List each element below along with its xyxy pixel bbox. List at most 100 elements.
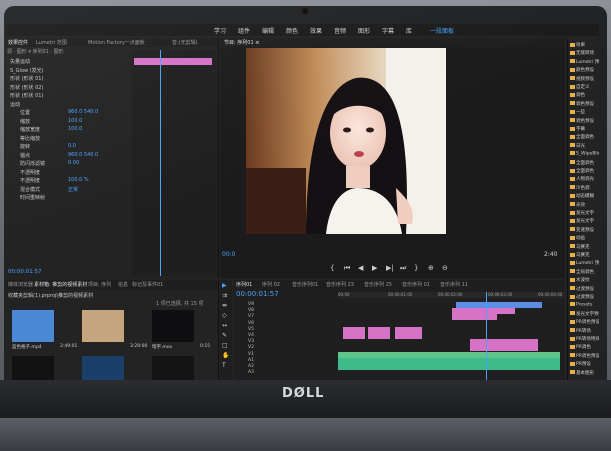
effects-folder-item[interactable]: PR调色预设 <box>570 319 599 325</box>
effect-property-label[interactable]: 形状 (形状 01) <box>10 92 43 99</box>
timeline-clip[interactable] <box>469 339 538 346</box>
transport-button-icon[interactable]: { <box>330 264 334 272</box>
timeline-clip[interactable] <box>456 302 543 308</box>
selection-tool-icon[interactable]: ▶ <box>222 282 227 289</box>
effect-property-label[interactable]: 锚点 <box>20 152 30 159</box>
timeline-clip[interactable] <box>451 314 497 321</box>
timeline-clip[interactable] <box>338 364 561 370</box>
timeline-sequence-tab[interactable]: 音乐序列 23 <box>326 281 354 288</box>
timeline-clip[interactable] <box>469 345 538 352</box>
transport-button-icon[interactable]: ⏮ <box>344 264 350 273</box>
track-header[interactable]: V2 <box>248 345 348 350</box>
track-header[interactable]: A3 <box>248 370 348 375</box>
transport-button-icon[interactable]: ⏭ <box>400 264 406 273</box>
effects-folder-item[interactable]: 调色预设 <box>570 101 594 107</box>
transport-button-icon[interactable]: ⊕ <box>428 264 434 272</box>
timeline-clip[interactable] <box>342 326 366 333</box>
track-header[interactable]: V6 <box>248 321 348 326</box>
effects-folder-item[interactable]: 发光文字预设 <box>570 311 599 317</box>
effects-folder-item[interactable]: Lumetri 预设 <box>570 260 599 266</box>
effects-folder-item[interactable]: Presets <box>570 302 592 308</box>
program-monitor-tab[interactable]: 节目: 序列01 ≡ <box>224 39 259 46</box>
effects-folder-item[interactable]: 光效 <box>570 202 585 208</box>
track-header[interactable]: A1 <box>248 358 348 363</box>
effects-folder-item[interactable]: 全面调色 <box>570 160 594 166</box>
effects-folder-item[interactable]: 无缝转场 <box>570 50 594 56</box>
project-tab[interactable]: 项目: 序列 <box>88 281 111 288</box>
effect-property-label[interactable]: 形状 (形状 01) <box>10 75 43 82</box>
timeline-clip[interactable] <box>451 308 516 315</box>
effects-folder-item[interactable]: S_WipeBlinds <box>570 151 599 157</box>
effect-property-value[interactable]: 100.0 % <box>68 177 89 183</box>
workspace-menu-item[interactable]: 音频 <box>334 26 346 35</box>
transport-button-icon[interactable]: ◀ <box>358 264 363 272</box>
effect-property-label[interactable]: 旋转 <box>20 143 30 150</box>
razor-tool-icon[interactable]: ◇ <box>222 312 227 319</box>
timeline-clip[interactable] <box>394 333 422 339</box>
track-header[interactable]: A2 <box>248 364 348 369</box>
track-header[interactable]: V7 <box>248 314 348 319</box>
effects-folder-item[interactable]: 发光文字 <box>570 218 594 224</box>
effect-property-label[interactable]: 混合模式 <box>20 186 40 193</box>
effect-property-label[interactable]: 不透明度 <box>20 169 40 176</box>
workspace-menu-item[interactable]: 学习 <box>214 26 226 35</box>
timeline-clip[interactable] <box>367 333 391 339</box>
effect-timecode[interactable]: 00:00:01:57 <box>8 269 42 275</box>
transport-button-icon[interactable]: ▶ <box>372 264 377 272</box>
effects-folder-item[interactable]: 马赛克 <box>570 244 590 250</box>
effects-folder-item[interactable]: 全面调色 <box>570 168 594 174</box>
workspace-menu-item[interactable]: 字幕 <box>382 26 394 35</box>
effects-folder-item[interactable]: 水波纹 <box>570 277 590 283</box>
effect-property-label[interactable]: 形状 (形状 02) <box>10 84 43 91</box>
effect-controls-tab[interactable]: Lumetri 范围 <box>36 39 67 46</box>
effects-folder-item[interactable]: 动态模糊 <box>570 193 594 199</box>
effects-folder-item[interactable]: 马赛克 <box>570 252 590 258</box>
effect-property-value[interactable]: 0.0 <box>68 143 76 149</box>
hand-tool-icon[interactable]: ✋ <box>222 352 229 359</box>
effect-property-label[interactable]: 防闪烁滤镜 <box>20 160 45 167</box>
effect-controls-tab[interactable]: 效果控件 <box>8 39 28 46</box>
program-timecode-left[interactable]: 00:0 <box>222 251 235 258</box>
effect-property-label[interactable]: 矢量运动 <box>10 58 30 65</box>
workspace-menu-item[interactable]: 编辑 <box>262 26 274 35</box>
effects-folder-item[interactable]: 颜色预设 <box>570 67 594 73</box>
workspace-menu-item[interactable]: 颜色 <box>286 26 298 35</box>
track-header[interactable]: V4 <box>248 333 348 338</box>
effects-folder-item[interactable]: PR调色 <box>570 344 591 350</box>
project-thumbnail[interactable] <box>12 356 54 380</box>
effects-folder-item[interactable]: PR转场 <box>570 328 591 334</box>
workspace-menu-item[interactable]: 一段面板 <box>430 26 454 35</box>
pen-tool-icon[interactable]: ✎ <box>222 332 227 339</box>
track-header[interactable]: V8 <box>248 308 348 313</box>
effects-folder-item[interactable]: 调色预设 <box>570 118 594 124</box>
project-item-name[interactable]: 蓝色格子.mp4 <box>12 344 42 350</box>
timeline-sequence-tab[interactable]: 序列 02 <box>262 281 280 288</box>
project-tab[interactable]: 标记及事件01 <box>132 281 163 288</box>
track-header[interactable]: V1 <box>248 352 348 357</box>
timeline-clip[interactable] <box>338 357 561 364</box>
project-tab[interactable]: 信息 <box>118 281 128 288</box>
effect-property-value[interactable]: 960.0 540.0 <box>68 152 98 158</box>
effect-property-value[interactable]: 100.0 <box>68 118 82 124</box>
timeline-ruler[interactable]: 00:00 00:00:01:00 00:00:02:00 00:00:03:00 00… <box>338 292 565 298</box>
effects-folder-item[interactable]: 字幕 <box>570 126 585 132</box>
effect-property-value[interactable]: 正常 <box>68 186 78 193</box>
effects-folder-item[interactable]: 发光文字 <box>570 210 594 216</box>
track-header[interactable]: V3 <box>248 339 348 344</box>
effect-source-label[interactable]: 源 · 图形 ▾ 序列01 · 图形 <box>7 48 64 55</box>
track-header[interactable]: V9 <box>248 302 348 307</box>
effects-folder-item[interactable]: 基本图形 <box>570 370 594 376</box>
effects-folder-item[interactable]: Lumetri 预设 <box>570 59 599 65</box>
effect-keyframe-area[interactable] <box>132 50 218 276</box>
timeline-clip[interactable] <box>394 326 422 333</box>
effects-folder-item[interactable]: 人物调光 <box>570 176 594 182</box>
effect-property-label[interactable]: 运动 <box>10 101 20 108</box>
effect-playhead[interactable] <box>160 50 161 276</box>
workspace-menu-item[interactable]: 图形 <box>358 26 370 35</box>
effects-folder-item[interactable]: 过渡预设 <box>570 294 594 300</box>
workspace-menu-item[interactable]: 库 <box>406 26 412 35</box>
project-item-name[interactable]: 暗字.mov <box>152 344 172 350</box>
effect-property-value[interactable]: 100.0 <box>68 126 82 132</box>
effect-property-value[interactable]: 0.00 <box>68 160 79 166</box>
project-tab[interactable]: 媒体浏览器 <box>8 281 33 288</box>
